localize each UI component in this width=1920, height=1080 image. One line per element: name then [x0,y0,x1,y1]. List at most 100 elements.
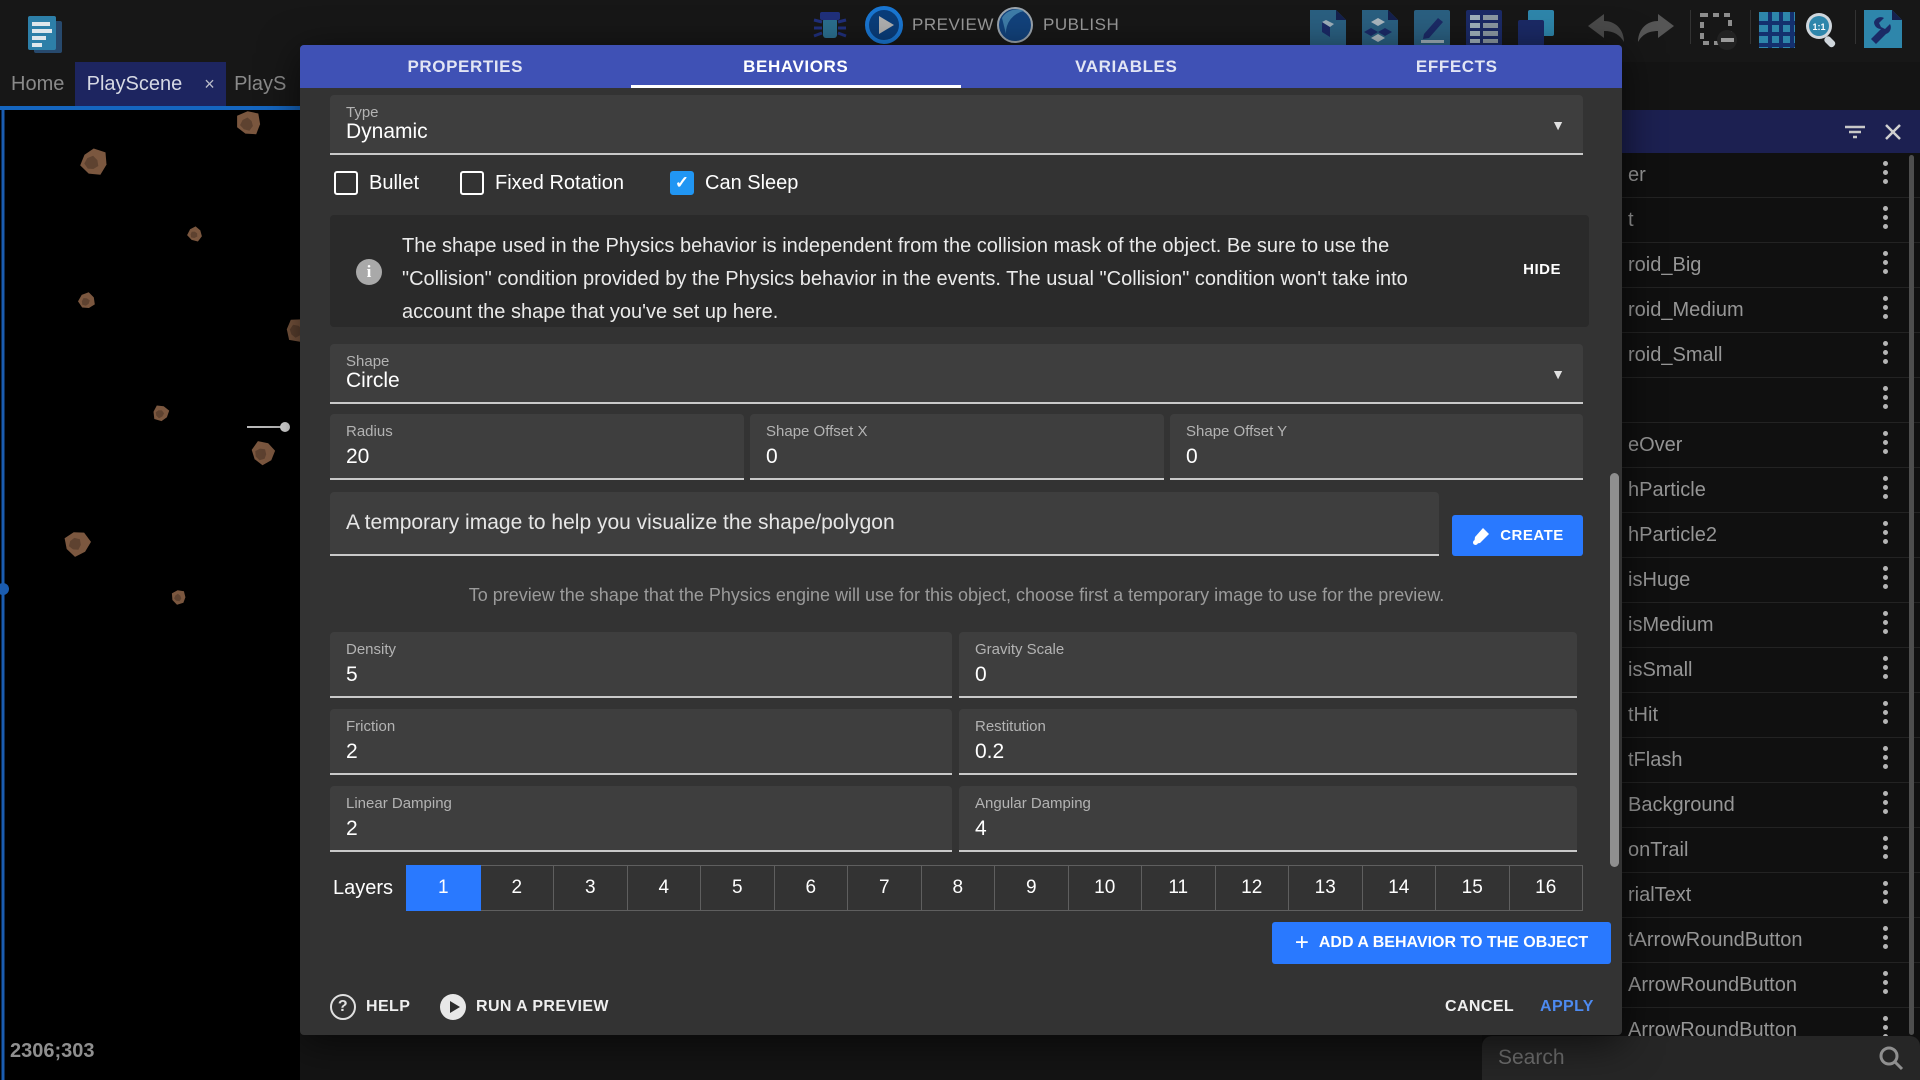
close-icon[interactable] [1884,123,1902,141]
layers-editor-icon[interactable] [1516,8,1556,48]
layer-cell-1[interactable]: 1 [406,865,481,911]
checkbox-checked-icon[interactable]: ✓ [670,171,694,195]
object-name: t [1628,209,1634,232]
objects-editor-icon[interactable] [1308,8,1348,48]
density-label: Density [346,641,396,658]
undo-icon[interactable] [1584,12,1628,48]
redo-icon[interactable] [1634,12,1678,48]
kebab-menu-icon[interactable] [1883,296,1888,319]
clear-selection-icon[interactable] [1698,11,1740,51]
layer-cell-3[interactable]: 3 [554,865,628,911]
kebab-menu-icon[interactable] [1883,521,1888,544]
kebab-menu-icon[interactable] [1883,341,1888,364]
layer-cell-12[interactable]: 12 [1216,865,1290,911]
kebab-menu-icon[interactable] [1883,746,1888,769]
shape-dropdown[interactable]: Shape Circle ▼ [330,344,1583,404]
tab-home[interactable]: Home [0,62,75,106]
layer-cell-9[interactable]: 9 [995,865,1069,911]
toolbar-separator [1750,10,1751,44]
layer-cell-6[interactable]: 6 [775,865,849,911]
cursor-coordinates: 2306;303 [10,1040,95,1063]
layer-cell-13[interactable]: 13 [1289,865,1363,911]
tab-properties[interactable]: PROPERTIES [300,45,631,88]
radius-field[interactable]: Radius 20 [330,414,744,480]
layer-cell-14[interactable]: 14 [1363,865,1437,911]
can-sleep-checkbox[interactable]: ✓ Can Sleep [670,171,798,195]
object-search-field[interactable]: Search [1482,1036,1920,1080]
kebab-menu-icon[interactable] [1883,656,1888,679]
temp-image-field[interactable]: A temporary image to help you visualize … [330,492,1439,556]
kebab-menu-icon[interactable] [1883,566,1888,589]
object-name: tHit [1628,704,1658,727]
kebab-menu-icon[interactable] [1883,611,1888,634]
layer-cell-2[interactable]: 2 [481,865,555,911]
scene-canvas[interactable] [0,110,300,1080]
dialog-scrollbar[interactable] [1610,473,1619,867]
restitution-label: Restitution [975,718,1046,735]
fixed-rotation-checkbox[interactable]: Fixed Rotation [460,171,624,195]
kebab-menu-icon[interactable] [1883,791,1888,814]
kebab-menu-icon[interactable] [1883,431,1888,454]
preview-button[interactable]: PREVIEW [912,15,994,35]
project-manager-icon[interactable] [24,13,66,55]
layer-cell-8[interactable]: 8 [922,865,996,911]
publish-icon[interactable] [994,4,1036,46]
kebab-menu-icon[interactable] [1883,926,1888,949]
kebab-menu-icon[interactable] [1883,386,1888,409]
cancel-button[interactable]: CANCEL [1445,985,1514,1029]
linear-damping-field[interactable]: Linear Damping 2 [330,786,952,852]
tab-behaviors[interactable]: BEHAVIORS [631,45,962,88]
gravity-scale-field[interactable]: Gravity Scale 0 [959,632,1577,698]
bullet-checkbox[interactable]: Bullet [334,171,419,195]
tab-playscene[interactable]: PlayScene × [75,62,226,106]
checkbox-icon[interactable] [334,171,358,195]
friction-field[interactable]: Friction 2 [330,709,952,775]
layer-cell-16[interactable]: 16 [1510,865,1584,911]
add-behavior-button[interactable]: + ADD A BEHAVIOR TO THE OBJECT [1272,922,1611,964]
debug-icon[interactable] [810,6,850,46]
run-preview-button[interactable]: RUN A PREVIEW [440,985,609,1029]
filter-icon[interactable] [1844,123,1866,141]
layer-cell-5[interactable]: 5 [701,865,775,911]
close-tab-icon[interactable]: × [204,74,215,95]
preview-icon[interactable] [864,5,904,45]
shape-offset-x-field[interactable]: Shape Offset X 0 [750,414,1164,480]
layers-label: Layers [333,865,393,911]
object-name: eOver [1628,434,1682,457]
layer-cell-7[interactable]: 7 [848,865,922,911]
publish-button[interactable]: PUBLISH [1043,15,1119,35]
tab-effects[interactable]: EFFECTS [1292,45,1623,88]
apply-button[interactable]: APPLY [1540,985,1594,1029]
tab-variables[interactable]: VARIABLES [961,45,1292,88]
type-dropdown[interactable]: Type Dynamic ▼ [330,95,1583,155]
kebab-menu-icon[interactable] [1883,206,1888,229]
restitution-field[interactable]: Restitution 0.2 [959,709,1577,775]
shape-offset-y-field[interactable]: Shape Offset Y 0 [1170,414,1583,480]
kebab-menu-icon[interactable] [1883,836,1888,859]
layer-cell-11[interactable]: 11 [1142,865,1216,911]
tab-playscene2[interactable]: PlayS [226,62,300,106]
kebab-menu-icon[interactable] [1883,881,1888,904]
plus-icon: + [1295,929,1309,957]
angular-damping-field[interactable]: Angular Damping 4 [959,786,1577,852]
panel-scrollbar[interactable] [1909,155,1914,1035]
kebab-menu-icon[interactable] [1883,701,1888,724]
help-button[interactable]: ? HELP [330,985,410,1029]
hide-button[interactable]: HIDE [1523,261,1561,278]
create-button[interactable]: CREATE [1452,515,1583,556]
kebab-menu-icon[interactable] [1883,251,1888,274]
layer-cell-4[interactable]: 4 [628,865,702,911]
object-groups-icon[interactable] [1360,8,1400,48]
layer-cell-15[interactable]: 15 [1436,865,1510,911]
kebab-menu-icon[interactable] [1883,161,1888,184]
checkbox-icon[interactable] [460,171,484,195]
edit-scene-icon[interactable] [1412,8,1452,48]
project-tools-icon[interactable] [1862,8,1904,50]
layer-cell-10[interactable]: 10 [1069,865,1143,911]
grid-icon[interactable] [1757,10,1797,50]
zoom-original-icon[interactable]: 1:1 [1801,9,1843,51]
kebab-menu-icon[interactable] [1883,476,1888,499]
instances-list-icon[interactable] [1464,8,1504,48]
density-field[interactable]: Density 5 [330,632,952,698]
kebab-menu-icon[interactable] [1883,971,1888,994]
